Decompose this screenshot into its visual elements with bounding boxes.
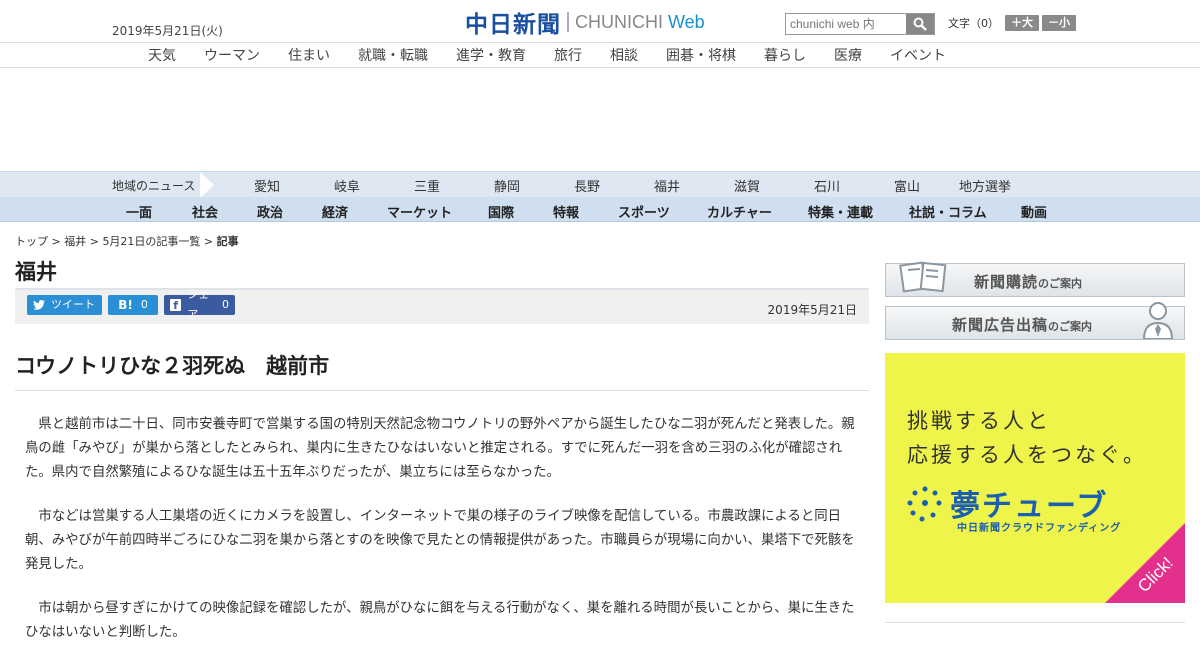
breadcrumb-link[interactable]: 5月21日の記事一覧 [102,235,200,248]
section-link[interactable]: カルチャー [707,202,772,221]
region-news-bar: 地域のニュース 愛知 岐阜 三重 静岡 長野 福井 滋賀 石川 富山 地方選挙 [0,171,1200,198]
region-link[interactable]: 富山 [894,176,920,195]
section-link[interactable]: 特集・連載 [808,202,873,221]
font-size-label: 文字（0） [948,17,999,30]
category-link[interactable]: 就職・転職 [358,45,428,65]
facebook-share-count: 0 [222,298,229,311]
category-link[interactable]: 囲碁・将棋 [666,45,736,65]
site-header: 2019年5月21日(火) 中日新聞 CHUNICHI Web 文字（0） ＋大… [0,0,1200,43]
region-link[interactable]: 三重 [414,176,440,195]
logo-text-ja: 中日新聞 [465,12,561,38]
region-link[interactable]: 愛知 [254,176,280,195]
region-link[interactable]: 長野 [574,176,600,195]
facebook-icon: f [170,299,182,312]
category-link[interactable]: 進学・教育 [456,45,526,65]
region-link[interactable]: 滋賀 [734,176,760,195]
article-paragraph: 県と越前市は二十日、同市安養寺町で営巣する国の特別天然記念物コウノトリの野外ペア… [25,417,855,480]
banner-tagline-line1: 挑戦する人と [907,409,1051,433]
font-smaller-button[interactable]: －小 [1042,15,1076,31]
section-link[interactable]: 動画 [1021,202,1047,221]
font-size-control: 文字（0） ＋大 －小 [948,15,1076,31]
section-link[interactable]: 一面 [126,202,152,221]
logo-text-en: CHUNICHI [575,11,663,32]
category-link[interactable]: 天気 [148,45,176,65]
businessman-icon [1142,302,1174,339]
share-bar: ツイート B! 0 f シェア 0 2019年5月21日 [15,288,869,324]
section-link[interactable]: 社説・コラム [909,202,987,221]
hatena-icon: B! [118,298,133,312]
ad-slot [0,68,1200,171]
region-link[interactable]: 岐阜 [334,176,360,195]
breadcrumb-link[interactable]: トップ [15,235,48,248]
category-link[interactable]: ウーマン [204,45,260,65]
breadcrumb-link[interactable]: 福井 [64,235,86,248]
search-icon [913,17,927,31]
newspaper-icon [899,261,947,293]
region-link[interactable]: 石川 [814,176,840,195]
category-nav: 天気 ウーマン 住まい 就職・転職 進学・教育 旅行 相談 囲碁・将棋 暮らし … [0,43,1200,68]
article-paragraph: 市は朝から昼すぎにかけての映像記録を確認したが、親鳥がひなに餌を与える行動がなく… [25,601,855,640]
category-link[interactable]: 住まい [288,45,330,65]
section-nav: 一面 社会 政治 経済 マーケット 国際 特報 スポーツ カルチャー 特集・連載… [0,197,1200,222]
region-bar-title: 地域のニュース [112,179,196,193]
article-date: 2019年5月21日 [767,303,857,317]
hatena-bookmark-button[interactable]: B! 0 [108,295,158,315]
region-link[interactable]: 地方選挙 [959,176,1011,195]
facebook-share-button[interactable]: f シェア 0 [164,288,235,321]
banner-tagline-line2: 応援する人をつなぐ。 [907,443,1147,467]
category-link[interactable]: 相談 [610,45,638,65]
section-link[interactable]: スポーツ [618,202,670,221]
page-title: 福井 [15,260,57,284]
logo-separator [567,12,569,32]
breadcrumb-current: 記事 [216,235,239,248]
sidebar-divider [885,622,1185,623]
article-headline: コウノトリひな２羽死ぬ 越前市 [15,354,330,378]
region-bar-arrow [200,172,214,198]
section-link[interactable]: 国際 [488,202,514,221]
search-input[interactable] [786,14,914,34]
headline-divider [15,390,869,391]
section-link[interactable]: 特報 [553,202,579,221]
facebook-share-label: シェア [187,288,210,321]
search-button[interactable] [906,14,934,34]
region-link[interactable]: 福井 [654,176,680,195]
article-paragraph: 市などは営巣する人工巣塔の近くにカメラを設置し、インターネットで巣の様子のライブ… [25,509,855,572]
twitter-icon [33,300,45,310]
section-link[interactable]: 社会 [192,202,218,221]
site-search [785,13,935,35]
header-date: 2019年5月21日(火) [112,24,223,38]
subscription-guide-label: 新聞購読のご案内 [974,273,1083,291]
region-link[interactable]: 静岡 [494,176,520,195]
section-link[interactable]: 経済 [322,202,348,221]
category-link[interactable]: イベント [890,45,946,65]
breadcrumb: トップ > 福井 > 5月21日の記事一覧 > 記事 [15,235,239,248]
category-link[interactable]: 旅行 [554,45,582,65]
tweet-button[interactable]: ツイート [27,295,102,315]
section-link[interactable]: マーケット [387,202,452,221]
section-link[interactable]: 政治 [257,202,283,221]
tweet-label: ツイート [51,298,95,311]
ad-placement-guide-label: 新聞広告出稿のご案内 [952,316,1093,334]
crowdfunding-banner[interactable]: 挑戦する人と 応援する人をつなぐ。 夢チューブ 中日新聞クラウドファンディング … [885,353,1185,603]
category-link[interactable]: 医療 [834,45,862,65]
subscription-guide-button[interactable]: 新聞購読のご案内 [885,261,1185,297]
ad-placement-guide-button[interactable]: 新聞広告出稿のご案内 [885,302,1185,340]
font-larger-button[interactable]: ＋大 [1005,15,1039,31]
logo-text-web: Web [668,11,705,32]
site-logo[interactable]: 中日新聞 CHUNICHI Web [465,8,705,39]
dots-logo-icon [907,486,942,522]
hatena-count: 0 [140,298,148,311]
category-link[interactable]: 暮らし [764,45,806,65]
banner-subtitle: 中日新聞クラウドファンディング [957,523,1122,534]
